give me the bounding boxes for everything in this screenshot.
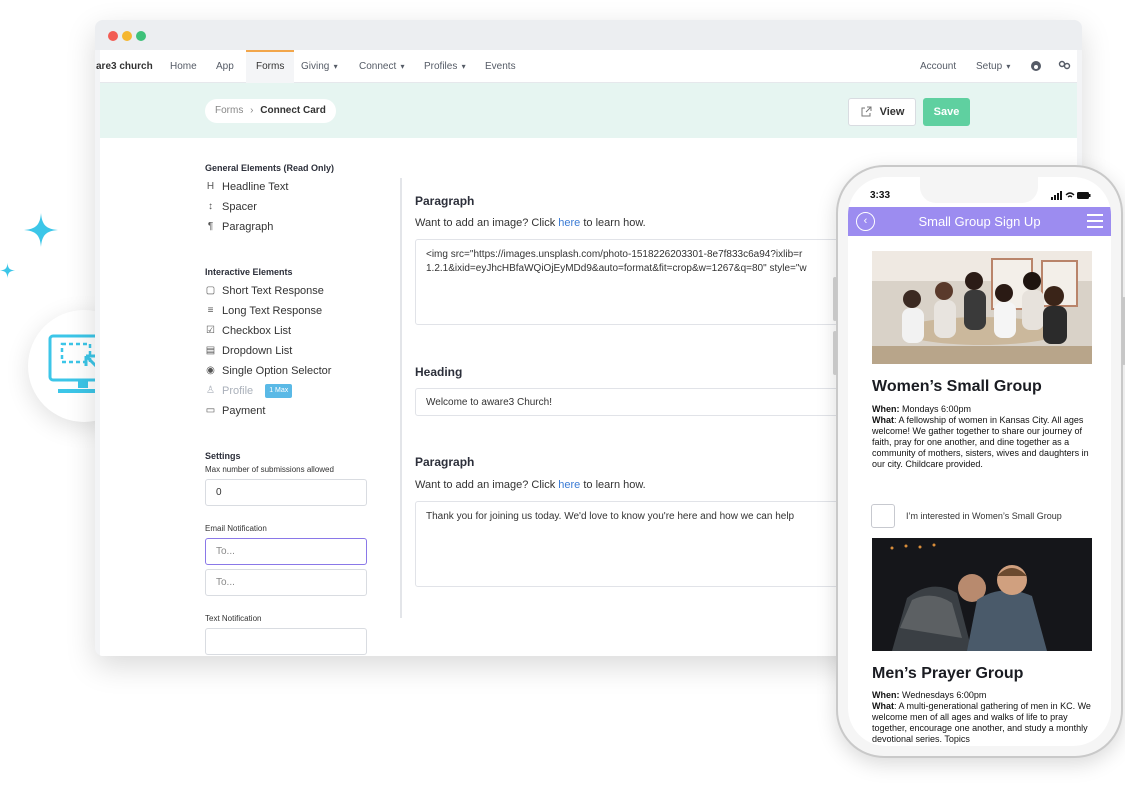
email-to-input-2[interactable]: To...	[205, 569, 367, 596]
group-desc-men: When: Wednesdays 6:00pm What: A multi-ge…	[872, 690, 1091, 744]
headline-icon: H	[206, 181, 215, 192]
max-submissions-label: Max number of submissions allowed	[205, 465, 334, 474]
payment-icon: ▭	[205, 405, 216, 416]
text-notification-input[interactable]	[205, 628, 367, 655]
nav-forms[interactable]: Forms	[246, 50, 295, 83]
app-header-title: Small Group Sign Up	[918, 214, 1041, 229]
nav-connect[interactable]: Connect ▾	[359, 50, 405, 83]
status-time: 3:33	[870, 190, 891, 201]
element-dropdown-list[interactable]: ▤ Dropdown List	[205, 341, 385, 361]
nav-profiles[interactable]: Profiles ▾	[424, 50, 466, 83]
close-window-dot[interactable]	[108, 31, 118, 41]
view-label: View	[879, 106, 905, 118]
save-button[interactable]: Save	[923, 98, 970, 126]
help-link[interactable]: here	[558, 479, 580, 491]
breadcrumb: Forms › Connect Card	[205, 99, 336, 123]
app-header: ‹ Small Group Sign Up	[848, 207, 1111, 236]
element-headline-text[interactable]: H Headline Text	[205, 177, 385, 197]
max-tag: 1 Max	[265, 384, 293, 398]
external-link-icon	[861, 106, 872, 117]
editor-toolbar: Forms › Connect Card View Save	[100, 83, 1077, 138]
chevron-down-icon: ▾	[1004, 62, 1011, 71]
element-paragraph[interactable]: ¶ Paragraph	[205, 217, 385, 237]
women-group-photo	[872, 251, 1092, 364]
element-sidebar: General Elements (Read Only) H Headline T…	[205, 163, 385, 656]
group-desc-women: When: Mondays 6:00pm What: A fellowship …	[872, 404, 1089, 469]
nav-events[interactable]: Events	[485, 50, 516, 83]
short-text-icon: ▢	[205, 285, 216, 296]
spacer-icon: ↕	[208, 201, 213, 212]
max-submissions-input[interactable]: 0	[205, 479, 367, 506]
block-heading-title: Heading	[415, 365, 463, 379]
element-spacer[interactable]: ↕ Spacer	[205, 197, 385, 217]
dropdown-icon: ▤	[205, 345, 216, 356]
paragraph-editor-2[interactable]: Thank you for joining us today. We'd lov…	[415, 501, 895, 587]
nav-home[interactable]: Home	[170, 50, 197, 83]
sparkle-large-icon	[24, 213, 58, 247]
men-group-photo	[872, 538, 1092, 651]
element-single-option[interactable]: ◉ Single Option Selector	[205, 361, 385, 381]
heading-input[interactable]: Welcome to aware3 Church!	[415, 388, 895, 416]
signal-wifi-battery-icon	[1051, 191, 1091, 200]
element-long-text[interactable]: ≡ Long Text Response	[205, 301, 385, 321]
breadcrumb-current: Connect Card	[260, 105, 326, 116]
nav-app[interactable]: App	[216, 50, 234, 83]
email-notification-label: Email Notification	[205, 524, 267, 533]
general-elements-heading: General Elements (Read Only)	[205, 163, 335, 173]
phone-notch	[920, 177, 1038, 203]
chevron-down-icon: ▾	[398, 62, 405, 71]
element-short-text[interactable]: ▢ Short Text Response	[205, 281, 385, 301]
interest-checkbox-label: I’m interested in Women’s Small Group	[906, 511, 1062, 521]
sparkle-small-icon	[0, 263, 15, 278]
hamburger-menu-icon[interactable]	[1087, 214, 1103, 232]
interactive-elements-heading: Interactive Elements	[205, 267, 293, 277]
settings-heading: Settings	[205, 451, 241, 461]
block-paragraph-title: Paragraph	[415, 194, 475, 208]
breadcrumb-parent[interactable]: Forms	[215, 105, 243, 116]
element-payment[interactable]: ▭ Payment	[205, 401, 385, 421]
brand-name[interactable]: are3 church	[96, 50, 153, 83]
text-notification-label: Text Notification	[205, 614, 262, 623]
interest-checkbox-row[interactable]: I’m interested in Women’s Small Group	[871, 504, 1062, 528]
minimize-window-dot[interactable]	[122, 31, 132, 41]
nav-setup[interactable]: Setup ▾	[976, 50, 1010, 83]
top-navbar: are3 church Home App Forms Giving ▾ Conn…	[96, 50, 1077, 83]
users-icon[interactable]	[1058, 50, 1072, 83]
checkbox-icon: ☑	[206, 325, 215, 336]
group-title-men: Men’s Prayer Group	[872, 665, 1024, 682]
element-profile: ♙ Profile 1 Max	[205, 381, 385, 401]
maximize-window-dot[interactable]	[136, 31, 146, 41]
view-button[interactable]: View	[848, 98, 916, 126]
element-checkbox-list[interactable]: ☑ Checkbox List	[205, 321, 385, 341]
block-paragraph-title-2: Paragraph	[415, 455, 475, 469]
interest-checkbox[interactable]	[871, 504, 895, 528]
email-to-input-1[interactable]: To...	[205, 538, 367, 565]
chevron-down-icon: ▾	[331, 62, 338, 71]
dashboard-icon[interactable]	[1030, 50, 1042, 83]
phone-preview: 3:33 ‹ Small Group Sign Up Women’s Small…	[833, 165, 1125, 758]
radio-icon: ◉	[206, 365, 215, 376]
paragraph-icon: ¶	[207, 221, 214, 232]
long-text-icon: ≡	[207, 305, 214, 316]
volume-button	[833, 277, 837, 321]
block-paragraph-help-2: Want to add an image? Click here to lear…	[415, 479, 646, 491]
volume-button	[833, 331, 837, 375]
paragraph-editor-1[interactable]: <img src="https://images.unsplash.com/ph…	[415, 239, 895, 325]
nav-giving[interactable]: Giving ▾	[301, 50, 338, 83]
nav-account[interactable]: Account	[920, 50, 956, 83]
breadcrumb-separator: ›	[250, 105, 254, 116]
chevron-down-icon: ▾	[459, 62, 466, 71]
profile-icon: ♙	[206, 385, 215, 396]
phone-screen: 3:33 ‹ Small Group Sign Up Women’s Small…	[848, 177, 1111, 746]
group-title-women: Women’s Small Group	[872, 378, 1042, 395]
window-titlebar	[95, 20, 1082, 50]
help-link[interactable]: here	[558, 217, 580, 229]
block-paragraph-help: Want to add an image? Click here to lear…	[415, 217, 646, 229]
editor-divider	[400, 178, 402, 618]
